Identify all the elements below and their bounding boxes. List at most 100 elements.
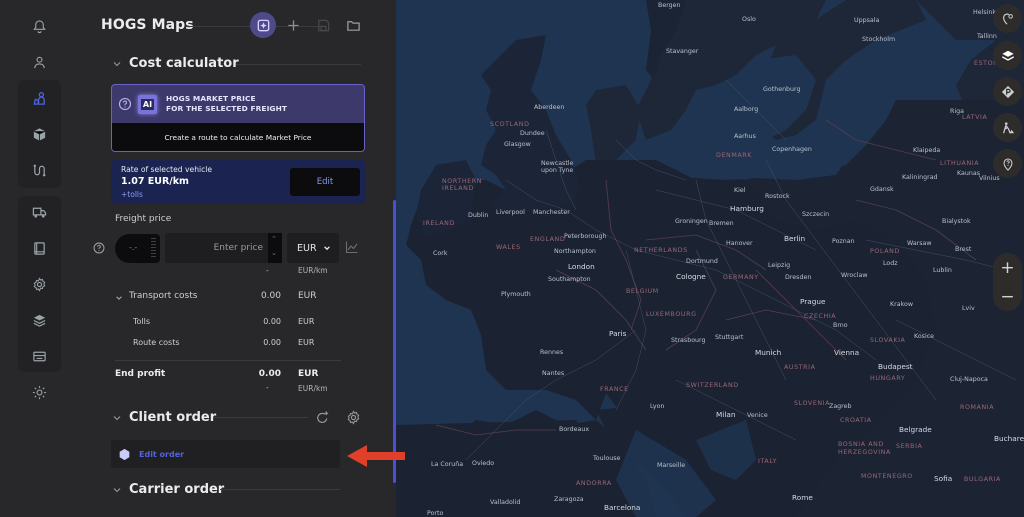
map-layers-button[interactable] — [993, 41, 1022, 70]
city-label: Vienna — [834, 348, 860, 357]
price-mode-toggle[interactable]: -.- — [115, 234, 160, 263]
route-costs-row: Route costs 0.00 EUR — [115, 338, 351, 352]
city-label: Sofia — [934, 474, 953, 483]
save-button[interactable] — [310, 12, 336, 38]
city-label: Berlin — [784, 234, 806, 243]
carrier-order-toggle[interactable]: Carrier order — [112, 482, 224, 497]
transport-costs-row[interactable]: Transport costs 0.00 EUR — [115, 291, 351, 305]
rate-tolls-link[interactable]: +tolls — [121, 190, 143, 199]
route-icon — [33, 164, 45, 176]
city-label: Lviv — [962, 305, 975, 312]
plus-icon — [287, 19, 299, 31]
city-label: Klaipeda — [913, 147, 941, 154]
gear-icon[interactable] — [346, 410, 361, 425]
city-label: Krakow — [890, 301, 914, 308]
rail-layers[interactable] — [27, 308, 51, 332]
city-label: Rostock — [765, 193, 790, 200]
city-label: Southampton — [548, 276, 591, 283]
panel-scrollbar[interactable] — [393, 200, 396, 483]
country-label: WALES — [496, 244, 521, 251]
map-canvas[interactable]: SCOTLAND NORTHERN IRELAND IRELAND WALES … — [396, 0, 1024, 517]
rail-notifications[interactable] — [27, 14, 51, 38]
city-label: Uppsala — [854, 17, 880, 24]
city-label: Manchester — [533, 209, 570, 216]
add-button[interactable] — [280, 12, 306, 38]
ai-badge-label: AI — [140, 98, 155, 110]
country-label: GERMANY — [723, 274, 759, 281]
map-location-settings-button[interactable] — [993, 4, 1022, 33]
market-price-title: HOGS MARKET PRICE FOR THE SELECTED FREIG… — [166, 94, 287, 114]
pin-question-icon — [1003, 157, 1012, 171]
freight-per-km-value: - — [266, 266, 269, 275]
route-costs-currency: EUR — [298, 338, 315, 347]
rail-theme[interactable] — [27, 380, 51, 404]
city-label: Peterborough — [564, 233, 607, 240]
country-label: BOSNIA AND HERZEGOVINA — [838, 441, 891, 456]
roadworks-icon — [1002, 121, 1014, 133]
section-divider — [236, 64, 361, 65]
country-label: LUXEMBOURG — [646, 311, 697, 318]
end-profit-value: 0.00 — [258, 369, 281, 379]
currency-select[interactable]: EUR — [287, 233, 339, 263]
rail-profile[interactable] — [27, 50, 51, 74]
edit-order-button[interactable]: Edit order — [111, 440, 340, 468]
chevron-down-icon — [116, 296, 122, 300]
city-label: Marseille — [657, 462, 686, 469]
city-label: Leipzig — [768, 262, 791, 269]
city-label: Stockholm — [862, 36, 896, 43]
city-label: Brno — [833, 322, 848, 329]
city-label: Tallinn — [977, 33, 997, 40]
city-label: Bialystok — [942, 218, 971, 225]
freight-price-input[interactable] — [165, 233, 268, 263]
city-label: Zagreb — [829, 403, 852, 410]
rail-cargo[interactable] — [27, 122, 51, 146]
open-folder-button[interactable] — [340, 12, 366, 38]
city-label: Stuttgart — [715, 334, 744, 341]
refresh-add-icon[interactable] — [315, 410, 330, 425]
end-profit-row: End profit 0.00 EUR — [115, 369, 351, 383]
stepper-down-icon[interactable]: ⌄ — [271, 249, 277, 257]
map-poi-help-button[interactable] — [993, 149, 1022, 178]
rail-vehicles[interactable] — [27, 200, 51, 224]
rail-settings[interactable] — [27, 272, 51, 296]
profit-per-km-unit: EUR/km — [298, 384, 328, 393]
rail-routes[interactable] — [27, 158, 51, 182]
rail-billing[interactable] — [27, 344, 51, 368]
client-order-toggle[interactable]: Client order — [112, 410, 216, 425]
city-label: Bordeaux — [559, 426, 590, 433]
country-label: FRANCE — [600, 386, 629, 393]
edit-rate-button[interactable]: Edit — [290, 168, 360, 196]
freight-per-km-unit: EUR/km — [298, 266, 328, 275]
map-parking-button[interactable] — [993, 77, 1022, 106]
help-icon[interactable] — [118, 97, 132, 111]
rail-documents[interactable] — [27, 236, 51, 260]
cost-calculator-toggle[interactable]: Cost calculator — [112, 56, 239, 71]
map-roadworks-button[interactable] — [993, 113, 1022, 142]
city-label: Aalborg — [734, 106, 759, 113]
country-label: DENMARK — [716, 152, 752, 159]
country-label: POLAND — [870, 248, 900, 255]
city-label: Poznan — [832, 238, 855, 245]
city-label: Lublin — [933, 267, 952, 274]
zoom-in-button[interactable]: + — [993, 253, 1022, 282]
city-label: Munich — [755, 348, 782, 357]
price-chart-icon[interactable] — [345, 240, 359, 254]
city-label: Dublin — [468, 212, 489, 219]
country-label: CROATIA — [840, 417, 872, 424]
city-label: Toulouse — [593, 455, 621, 462]
zoom-out-button[interactable]: − — [993, 282, 1022, 311]
create-route-button[interactable]: Create a route to calculate Market Price — [112, 123, 364, 151]
rail-freight[interactable] — [27, 86, 51, 110]
ai-assistant-button[interactable] — [250, 12, 276, 38]
freight-help-icon[interactable] — [93, 242, 105, 254]
side-panel: HOGS Maps Cost calculator AI HOGS MARKET… — [78, 0, 396, 517]
nav-rail — [0, 0, 78, 517]
price-stepper[interactable]: ⌃ ⌄ — [268, 233, 282, 263]
city-label: Kosice — [914, 333, 935, 340]
stepper-up-icon[interactable]: ⌃ — [271, 235, 277, 243]
city-label: Zaragoza — [554, 496, 584, 503]
vehicle-rate-card: Rate of selected vehicle 1.07 EUR/km +to… — [111, 160, 365, 204]
box-icon — [33, 127, 45, 141]
country-label: HUNGARY — [870, 375, 906, 382]
freight-price-label: Freight price — [115, 214, 172, 224]
